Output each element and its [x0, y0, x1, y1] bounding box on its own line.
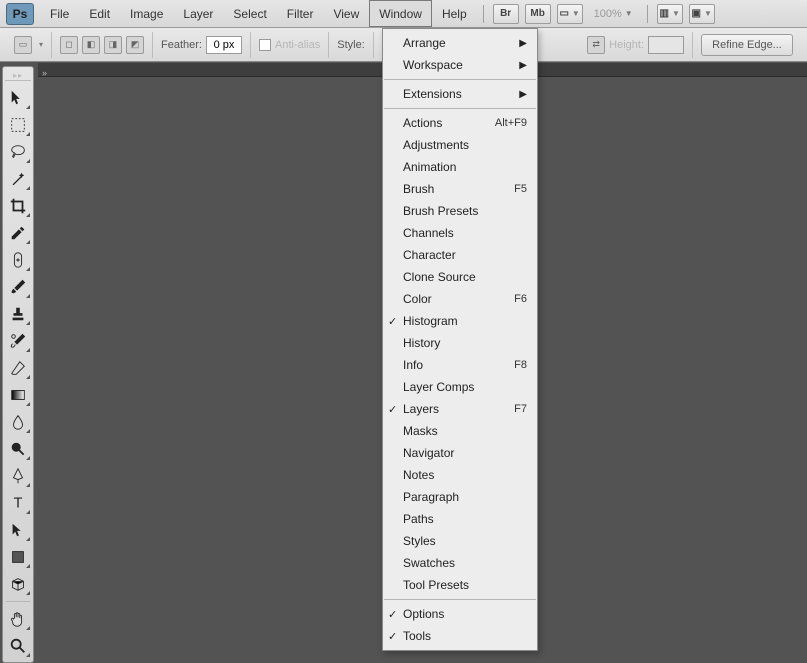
healing-tool[interactable]	[5, 248, 31, 272]
app-logo: Ps	[6, 3, 34, 25]
screenmode-button[interactable]: ▭▼	[557, 4, 583, 24]
svg-text:T: T	[14, 496, 23, 512]
height-label: Height:	[609, 39, 644, 51]
tab-chevron-icon[interactable]: »	[38, 68, 51, 78]
menu-view[interactable]: View	[323, 0, 369, 27]
tools-grip-icon[interactable]: ▸▸	[5, 71, 31, 81]
selection-subtract-icon[interactable]: ◨	[104, 36, 122, 54]
window-menu-color[interactable]: ColorF6	[383, 288, 537, 310]
menu-layer[interactable]: Layer	[173, 0, 223, 27]
arrange-docs-button[interactable]: ▥▼	[657, 4, 683, 24]
type-tool[interactable]: T	[5, 491, 31, 515]
refine-edge-button[interactable]: Refine Edge...	[701, 34, 793, 56]
menu-edit[interactable]: Edit	[79, 0, 120, 27]
history-brush-tool[interactable]	[5, 329, 31, 353]
brush-tool[interactable]	[5, 275, 31, 299]
window-menu-clone-source[interactable]: Clone Source	[383, 266, 537, 288]
menu-image[interactable]: Image	[120, 0, 173, 27]
window-menu-histogram[interactable]: Histogram	[383, 310, 537, 332]
feather-input[interactable]	[206, 36, 242, 54]
height-input	[648, 36, 684, 54]
zoom-tool[interactable]	[5, 634, 31, 658]
style-label: Style:	[337, 39, 365, 51]
zoom-level[interactable]: 100%▼	[586, 8, 641, 20]
window-menu-channels[interactable]: Channels	[383, 222, 537, 244]
window-menu-extensions[interactable]: Extensions▶	[383, 83, 537, 105]
window-menu-brush-presets[interactable]: Brush Presets	[383, 200, 537, 222]
window-menu-navigator[interactable]: Navigator	[383, 442, 537, 464]
tools-panel: ▸▸ T	[2, 66, 34, 663]
window-menu-adjustments[interactable]: Adjustments	[383, 134, 537, 156]
window-menu-tools[interactable]: Tools	[383, 625, 537, 647]
stamp-tool[interactable]	[5, 302, 31, 326]
marquee-tool-preset-icon[interactable]: ▭	[14, 36, 32, 54]
move-tool[interactable]	[5, 86, 31, 110]
menu-help[interactable]: Help	[432, 0, 477, 27]
selection-new-icon[interactable]: ◻	[60, 36, 78, 54]
window-menu-actions[interactable]: ActionsAlt+F9	[383, 112, 537, 134]
window-menu-paragraph[interactable]: Paragraph	[383, 486, 537, 508]
window-menu-styles[interactable]: Styles	[383, 530, 537, 552]
dodge-tool[interactable]	[5, 437, 31, 461]
antialias-label: Anti-alias	[275, 39, 320, 51]
wand-tool[interactable]	[5, 167, 31, 191]
window-menu-arrange[interactable]: Arrange▶	[383, 32, 537, 54]
selection-intersect-icon[interactable]: ◩	[126, 36, 144, 54]
menu-filter[interactable]: Filter	[277, 0, 324, 27]
window-menu-character[interactable]: Character	[383, 244, 537, 266]
window-menu-swatches[interactable]: Swatches	[383, 552, 537, 574]
swap-wh-icon: ⇄	[587, 36, 605, 54]
menu-file[interactable]: File	[40, 0, 79, 27]
window-menu-dropdown: Arrange▶Workspace▶ Extensions▶ ActionsAlt+…	[382, 28, 538, 651]
antialias-checkbox	[259, 39, 271, 51]
window-menu-masks[interactable]: Masks	[383, 420, 537, 442]
window-menu-workspace[interactable]: Workspace▶	[383, 54, 537, 76]
feather-label: Feather:	[161, 39, 202, 51]
hand-tool[interactable]	[5, 607, 31, 631]
path-select-tool[interactable]	[5, 518, 31, 542]
lasso-tool[interactable]	[5, 140, 31, 164]
bridge-button[interactable]: Br	[493, 4, 519, 24]
window-menu-layers[interactable]: LayersF7	[383, 398, 537, 420]
window-menu-notes[interactable]: Notes	[383, 464, 537, 486]
menu-window[interactable]: Window	[369, 0, 432, 27]
window-menu-layer-comps[interactable]: Layer Comps	[383, 376, 537, 398]
eyedropper-tool[interactable]	[5, 221, 31, 245]
selection-add-icon[interactable]: ◧	[82, 36, 100, 54]
shape-tool[interactable]	[5, 545, 31, 569]
crop-tool[interactable]	[5, 194, 31, 218]
eraser-tool[interactable]	[5, 356, 31, 380]
minibridge-button[interactable]: Mb	[525, 4, 551, 24]
blur-tool[interactable]	[5, 410, 31, 434]
window-menu-animation[interactable]: Animation	[383, 156, 537, 178]
window-menu-history[interactable]: History	[383, 332, 537, 354]
menu-select[interactable]: Select	[223, 0, 276, 27]
marquee-tool[interactable]	[5, 113, 31, 137]
window-menu-tool-presets[interactable]: Tool Presets	[383, 574, 537, 596]
gradient-tool[interactable]	[5, 383, 31, 407]
menubar: Ps FileEditImageLayerSelectFilterViewWin…	[0, 0, 807, 28]
screen-fit-button[interactable]: ▣▼	[689, 4, 715, 24]
3d-tool[interactable]	[5, 572, 31, 596]
window-menu-brush[interactable]: BrushF5	[383, 178, 537, 200]
pen-tool[interactable]	[5, 464, 31, 488]
window-menu-paths[interactable]: Paths	[383, 508, 537, 530]
window-menu-info[interactable]: InfoF8	[383, 354, 537, 376]
window-menu-options[interactable]: Options	[383, 603, 537, 625]
